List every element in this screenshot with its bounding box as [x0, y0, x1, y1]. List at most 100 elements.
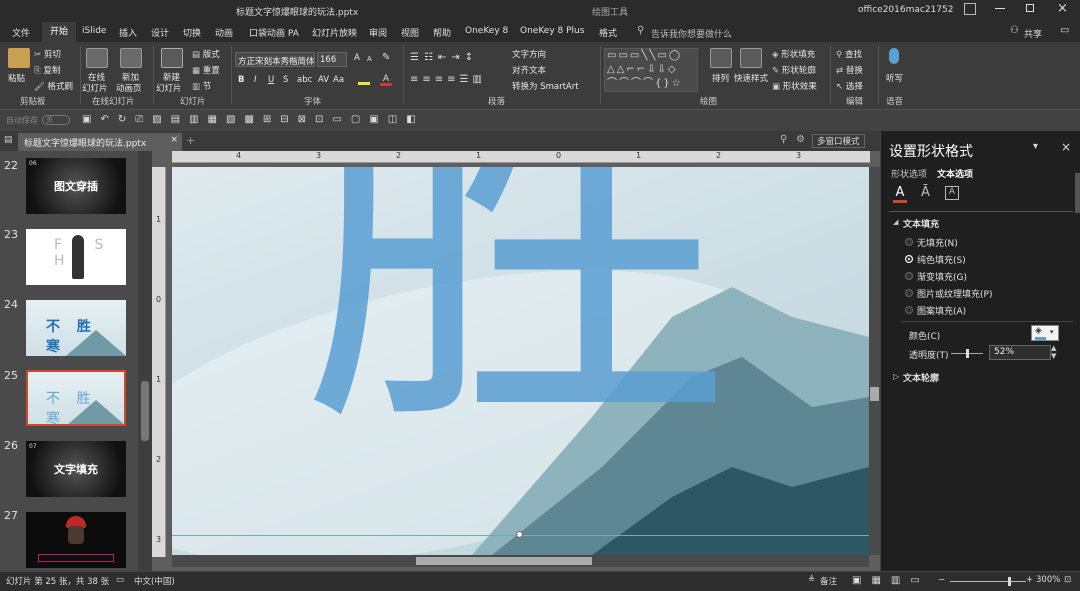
- font-name-select[interactable]: 方正宋刻本秀楷简体: [235, 52, 315, 67]
- pane-scrollbar[interactable]: [1075, 173, 1080, 213]
- radio-pattern-fill[interactable]: [905, 306, 913, 314]
- fit-slide-icon[interactable]: ⊡: [1064, 575, 1071, 585]
- tab-animations[interactable]: 动画: [215, 26, 233, 39]
- doc-tab[interactable]: 标题文字惊爆眼球的玩法.pptx ×: [18, 133, 182, 151]
- comments-icon[interactable]: ▭: [1060, 25, 1069, 36]
- user-name[interactable]: office2016mac21752: [858, 5, 953, 15]
- thumbnail-scrollbar[interactable]: [138, 151, 152, 571]
- highlight-icon[interactable]: [358, 75, 370, 85]
- text-fill-icon[interactable]: A: [893, 185, 907, 203]
- change-case-button[interactable]: Aa: [333, 75, 344, 85]
- tab-islide[interactable]: iSlide: [82, 26, 106, 36]
- slide-canvas[interactable]: 胜: [172, 167, 869, 555]
- tab-slideshow[interactable]: 幻灯片放映: [312, 26, 357, 39]
- close-icon[interactable]: ×: [170, 135, 178, 145]
- tab-format[interactable]: 格式: [599, 26, 617, 39]
- bold-button[interactable]: B: [238, 75, 244, 85]
- radio-gradient-fill[interactable]: [905, 272, 913, 280]
- reset-button[interactable]: ▦ 重置: [192, 64, 220, 76]
- strikethrough-button[interactable]: S: [283, 75, 288, 85]
- chevron-down-icon[interactable]: ▾: [1033, 141, 1038, 152]
- cut-button[interactable]: ✂ 剪切: [34, 48, 61, 60]
- tab-shape-options[interactable]: 形状选项: [891, 167, 927, 180]
- zoom-level[interactable]: 300%: [1036, 575, 1060, 585]
- underline-button[interactable]: U: [268, 75, 274, 85]
- shape-effects-button[interactable]: ▣ 形状效果: [772, 80, 817, 92]
- char-spacing-button[interactable]: AV: [318, 75, 329, 85]
- language-indicator[interactable]: 中文(中国): [134, 575, 175, 587]
- shadow-button[interactable]: abc: [297, 75, 312, 85]
- grow-font-button[interactable]: A: [354, 53, 360, 63]
- select-button[interactable]: ↖ 选择: [836, 80, 863, 92]
- notes-icon[interactable]: ≜: [808, 575, 815, 585]
- online-slides-icon[interactable]: [86, 48, 108, 68]
- list-buttons-icon[interactable]: ☰☷⇤⇥↕: [410, 52, 478, 63]
- online-button-line2[interactable]: 幻灯片: [82, 82, 108, 94]
- notes-button[interactable]: 备注: [820, 575, 837, 587]
- spellcheck-icon[interactable]: ▭: [116, 575, 124, 585]
- align-buttons-icon[interactable]: ≡≡≡≡☰▥: [410, 74, 486, 85]
- selection-handle[interactable]: [516, 531, 523, 538]
- tab-onekey8plus[interactable]: OneKey 8 Plus: [520, 26, 584, 36]
- ribbon-display-icon[interactable]: [964, 3, 976, 15]
- zoom-slider[interactable]: [950, 577, 1026, 586]
- dictate-button[interactable]: 听写: [886, 72, 903, 84]
- transparency-input[interactable]: 52%: [989, 345, 1051, 360]
- editor-vertical-scrollbar[interactable]: [869, 167, 880, 555]
- view-buttons-icon[interactable]: ▣▦▥▭: [852, 575, 930, 586]
- option-gradient-fill[interactable]: 渐变填充(G): [917, 270, 967, 283]
- replace-button[interactable]: ⇄ 替换: [836, 64, 863, 76]
- tab-pocket-animation[interactable]: 口袋动画 PA: [249, 26, 299, 39]
- shrink-font-button[interactable]: A: [367, 55, 372, 63]
- tell-me-input[interactable]: 告诉我你想要做什么: [651, 27, 732, 40]
- font-size-select[interactable]: 166: [317, 52, 347, 67]
- tab-file[interactable]: 文件: [12, 26, 30, 39]
- close-icon[interactable]: ×: [1057, 1, 1068, 16]
- color-picker-button[interactable]: ◈ ▾: [1031, 325, 1059, 341]
- share-icon[interactable]: ⚇: [1010, 25, 1019, 36]
- tab-onekey8[interactable]: OneKey 8: [465, 26, 508, 36]
- radio-no-fill[interactable]: [905, 238, 913, 246]
- slide-thumbnail-26[interactable]: 07 文字填充: [26, 441, 126, 497]
- zoom-out-icon[interactable]: −: [938, 575, 945, 585]
- option-solid-fill[interactable]: 纯色填充(S): [917, 253, 966, 266]
- format-painter-button[interactable]: 🖌 格式刷: [34, 80, 73, 92]
- text-direction-button[interactable]: 文字方向: [512, 48, 546, 60]
- transparency-slider-thumb[interactable]: [966, 349, 969, 358]
- option-picture-fill[interactable]: 图片或纹理填充(P): [917, 287, 992, 300]
- autosave-toggle[interactable]: 关: [42, 115, 70, 125]
- shape-outline-button[interactable]: ✎ 形状轮廓: [772, 64, 816, 76]
- qat-icons[interactable]: ▣↶↻⎚▨▤▥▦▧▩⊞⊟⊠⊡▭▢▣◫◧: [82, 114, 425, 125]
- clear-format-icon[interactable]: ✎: [382, 52, 390, 63]
- tab-design[interactable]: 设计: [151, 26, 169, 39]
- new-anim-page-icon[interactable]: [120, 48, 142, 68]
- radio-solid-fill[interactable]: [905, 255, 913, 263]
- tab-help[interactable]: 帮助: [433, 26, 451, 39]
- section-text-fill[interactable]: 文本填充: [903, 217, 939, 230]
- layout-button[interactable]: ▤ 版式: [192, 48, 220, 60]
- scroll-thumb[interactable]: [141, 381, 149, 441]
- new-anim-line2[interactable]: 动画页: [116, 82, 142, 94]
- smartart-button[interactable]: 转换为 SmartArt: [512, 80, 579, 92]
- doc-menu-icon[interactable]: ▤: [4, 135, 13, 145]
- close-icon[interactable]: ×: [1061, 140, 1071, 154]
- slide-thumbnail-25[interactable]: 不 胜 寒: [26, 370, 126, 426]
- shape-fill-button[interactable]: ◈ 形状填充: [772, 48, 815, 60]
- share-button[interactable]: 共享: [1024, 27, 1042, 40]
- zoom-in-icon[interactable]: +: [1026, 575, 1033, 585]
- slide-thumbnail-24[interactable]: 不 胜 寒: [26, 300, 126, 356]
- shapes-gallery[interactable]: ▭▭▭╲╲▭◯ △△⌐⌐⇩⇩◇ ⌒⌒⌒⌒{}☆: [604, 48, 698, 92]
- zoom-slider-thumb[interactable]: [1008, 577, 1011, 586]
- add-tab-icon[interactable]: +: [186, 134, 195, 147]
- tab-insert[interactable]: 插入: [119, 26, 137, 39]
- find-button[interactable]: ⚲ 查找: [836, 48, 862, 60]
- option-pattern-fill[interactable]: 图案填充(A): [917, 304, 966, 317]
- slide-thumbnail-27[interactable]: [26, 512, 126, 568]
- arrange-button[interactable]: 排列: [712, 72, 729, 84]
- search-icon[interactable]: ⚲: [780, 134, 787, 145]
- gear-icon[interactable]: ⚙: [796, 134, 805, 145]
- quick-styles-button[interactable]: 快速样式: [734, 72, 768, 84]
- quick-styles-icon[interactable]: [740, 48, 762, 68]
- section-text-outline[interactable]: 文本轮廓: [903, 371, 939, 384]
- option-no-fill[interactable]: 无填充(N): [917, 236, 958, 249]
